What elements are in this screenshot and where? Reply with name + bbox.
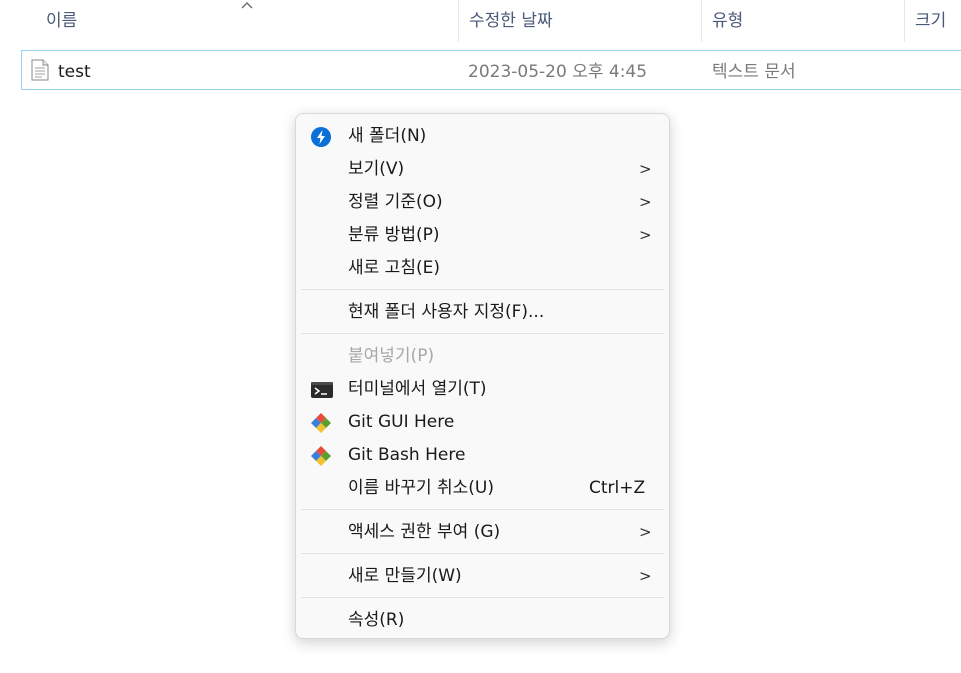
menu-separator xyxy=(301,333,664,334)
menu-label: 붙여넣기(P) xyxy=(348,346,435,366)
menu-separator xyxy=(301,289,664,290)
menu-label: Git GUI Here xyxy=(348,412,455,432)
menu-item-open-terminal[interactable]: 터미널에서 열기(T) xyxy=(296,373,669,406)
menu-separator xyxy=(301,509,664,510)
menu-item-customize-folder[interactable]: 현재 폴더 사용자 지정(F)... xyxy=(296,296,669,329)
column-size-header[interactable]: 크기 xyxy=(905,0,961,42)
sort-ascending-icon xyxy=(241,2,253,9)
menu-item-properties[interactable]: 속성(R) xyxy=(296,604,669,637)
menu-label: 보기(V) xyxy=(348,159,405,179)
menu-label: 액세스 권한 부여 (G) xyxy=(348,522,501,542)
menu-item-paste: 붙여넣기(P) xyxy=(296,340,669,373)
menu-separator xyxy=(301,553,664,554)
file-name: test xyxy=(58,62,91,82)
menu-item-refresh[interactable]: 새로 고침(E) xyxy=(296,252,669,285)
column-modified-header[interactable]: 수정한 날짜 xyxy=(459,0,701,42)
menu-label: 분류 방법(P) xyxy=(348,225,440,245)
menu-shortcut: Ctrl+Z xyxy=(589,478,646,498)
menu-item-git-gui[interactable]: Git GUI Here xyxy=(296,406,669,439)
menu-label: 정렬 기준(O) xyxy=(348,192,443,212)
menu-label: 새로 고침(E) xyxy=(348,258,440,278)
new-folder-icon xyxy=(311,127,331,147)
file-row[interactable]: test 2023-05-20 오후 4:45 텍스트 문서 xyxy=(21,50,961,90)
menu-label: 터미널에서 열기(T) xyxy=(348,379,487,399)
file-modified-date: 2023-05-20 오후 4:45 xyxy=(468,62,648,82)
menu-separator xyxy=(301,597,664,598)
git-icon xyxy=(311,413,331,433)
menu-item-group-by[interactable]: 분류 방법(P) > xyxy=(296,219,669,252)
chevron-right-icon: > xyxy=(639,226,652,244)
chevron-right-icon: > xyxy=(639,160,652,178)
menu-label: 이름 바꾸기 취소(U) xyxy=(348,478,494,498)
menu-item-give-access[interactable]: 액세스 권한 부여 (G) > xyxy=(296,516,669,549)
menu-item-undo-rename[interactable]: 이름 바꾸기 취소(U) Ctrl+Z xyxy=(296,472,669,505)
context-menu: 새 폴더(N) 보기(V) > 정렬 기준(O) > 분류 방법(P) > 새로… xyxy=(295,113,670,639)
chevron-right-icon: > xyxy=(639,523,652,541)
chevron-right-icon: > xyxy=(639,567,652,585)
menu-item-view[interactable]: 보기(V) > xyxy=(296,153,669,186)
git-icon xyxy=(311,446,331,466)
menu-item-new[interactable]: 새로 만들기(W) > xyxy=(296,560,669,593)
menu-label: Git Bash Here xyxy=(348,445,466,465)
terminal-icon xyxy=(311,382,333,398)
chevron-right-icon: > xyxy=(639,193,652,211)
menu-label: 속성(R) xyxy=(348,610,405,630)
menu-label: 새로 만들기(W) xyxy=(348,566,462,586)
menu-item-sort-by[interactable]: 정렬 기준(O) > xyxy=(296,186,669,219)
column-header: 이름 수정한 날짜 유형 크기 xyxy=(0,0,961,42)
menu-label: 현재 폴더 사용자 지정(F)... xyxy=(348,302,545,322)
file-type: 텍스트 문서 xyxy=(712,62,796,82)
menu-item-new-folder[interactable]: 새 폴더(N) xyxy=(296,120,669,153)
menu-item-git-bash[interactable]: Git Bash Here xyxy=(296,439,669,472)
menu-label: 새 폴더(N) xyxy=(348,126,427,146)
column-type-header[interactable]: 유형 xyxy=(702,0,904,42)
text-file-icon xyxy=(31,59,49,81)
